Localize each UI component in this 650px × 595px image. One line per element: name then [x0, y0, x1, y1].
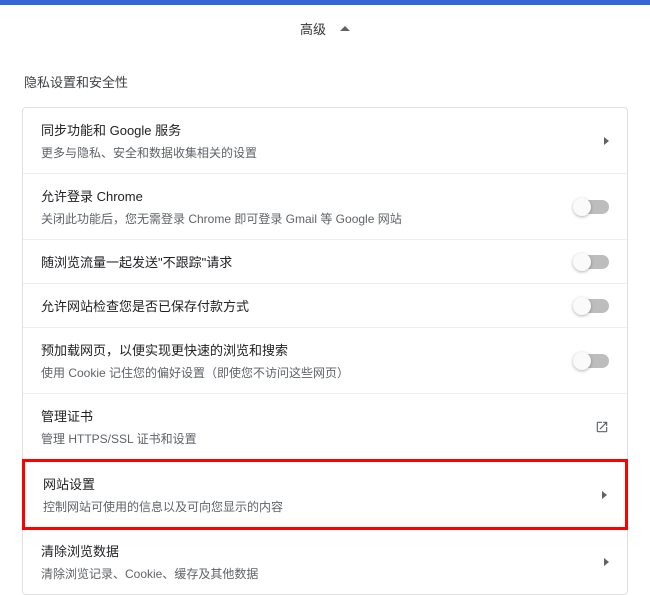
clear-browsing-data-row[interactable]: 清除浏览数据 清除浏览记录、Cookie、缓存及其他数据 [23, 529, 627, 594]
setting-title: 允许登录 Chrome [41, 186, 575, 205]
chevron-right-icon [602, 491, 607, 499]
settings-card: 同步功能和 Google 服务 更多与隐私、安全和数据收集相关的设置 允许登录 … [22, 107, 628, 595]
chevron-up-icon [340, 26, 350, 31]
setting-subtitle: 清除浏览记录、Cookie、缓存及其他数据 [41, 565, 604, 582]
setting-subtitle: 更多与隐私、安全和数据收集相关的设置 [41, 144, 604, 161]
setting-subtitle: 控制网站可使用的信息以及可向您显示的内容 [43, 498, 602, 515]
manage-certificates-row[interactable]: 管理证书 管理 HTTPS/SSL 证书和设置 [23, 394, 627, 460]
setting-title: 清除浏览数据 [41, 541, 604, 560]
advanced-header[interactable]: 高级 [0, 5, 650, 52]
setting-text: 同步功能和 Google 服务 更多与隐私、安全和数据收集相关的设置 [41, 120, 604, 161]
allow-login-toggle[interactable] [575, 200, 609, 214]
setting-subtitle: 管理 HTTPS/SSL 证书和设置 [41, 430, 595, 447]
setting-text: 随浏览流量一起发送"不跟踪"请求 [41, 252, 575, 271]
setting-text: 允许网站检查您是否已保存付款方式 [41, 296, 575, 315]
advanced-label: 高级 [300, 19, 326, 38]
payment-check-toggle[interactable] [575, 299, 609, 313]
setting-title: 预加载网页，以便实现更快速的浏览和搜索 [41, 340, 575, 359]
setting-title: 网站设置 [43, 474, 602, 493]
setting-subtitle: 使用 Cookie 记住您的偏好设置（即使您不访问这些网页） [41, 364, 575, 381]
setting-title: 随浏览流量一起发送"不跟踪"请求 [41, 252, 575, 271]
setting-title: 同步功能和 Google 服务 [41, 120, 604, 139]
section-title: 隐私设置和安全性 [0, 52, 650, 107]
preload-pages-row[interactable]: 预加载网页，以便实现更快速的浏览和搜索 使用 Cookie 记住您的偏好设置（即… [23, 328, 627, 394]
external-link-icon [595, 420, 609, 434]
setting-text: 网站设置 控制网站可使用的信息以及可向您显示的内容 [43, 474, 602, 515]
setting-text: 清除浏览数据 清除浏览记录、Cookie、缓存及其他数据 [41, 541, 604, 582]
setting-text: 允许登录 Chrome 关闭此功能后，您无需登录 Chrome 即可登录 Gma… [41, 186, 575, 227]
setting-text: 预加载网页，以便实现更快速的浏览和搜索 使用 Cookie 记住您的偏好设置（即… [41, 340, 575, 381]
do-not-track-toggle[interactable] [575, 255, 609, 269]
site-settings-row[interactable]: 网站设置 控制网站可使用的信息以及可向您显示的内容 [22, 459, 628, 530]
setting-title: 管理证书 [41, 406, 595, 425]
chevron-right-icon [604, 137, 609, 145]
sync-google-services-row[interactable]: 同步功能和 Google 服务 更多与隐私、安全和数据收集相关的设置 [23, 108, 627, 174]
setting-text: 管理证书 管理 HTTPS/SSL 证书和设置 [41, 406, 595, 447]
do-not-track-row[interactable]: 随浏览流量一起发送"不跟踪"请求 [23, 240, 627, 284]
setting-subtitle: 关闭此功能后，您无需登录 Chrome 即可登录 Gmail 等 Google … [41, 210, 575, 227]
chevron-right-icon [604, 558, 609, 566]
allow-chrome-login-row[interactable]: 允许登录 Chrome 关闭此功能后，您无需登录 Chrome 即可登录 Gma… [23, 174, 627, 240]
setting-title: 允许网站检查您是否已保存付款方式 [41, 296, 575, 315]
preload-toggle[interactable] [575, 354, 609, 368]
payment-check-row[interactable]: 允许网站检查您是否已保存付款方式 [23, 284, 627, 328]
